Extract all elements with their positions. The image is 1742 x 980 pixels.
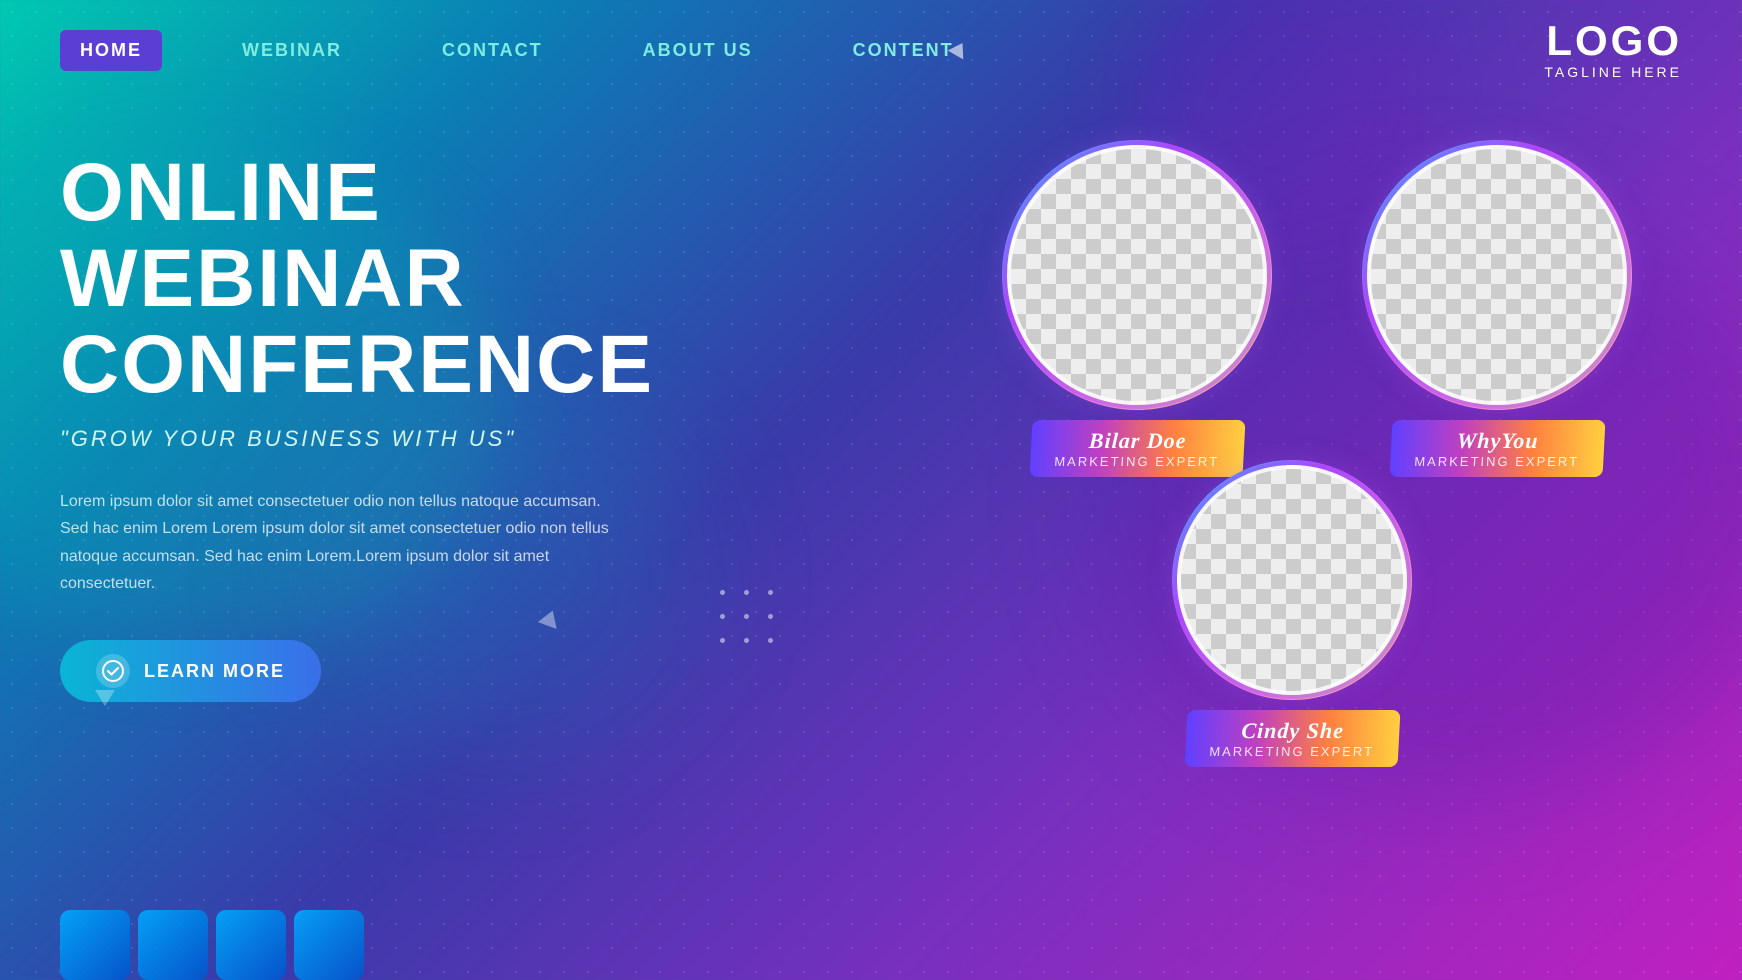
speaker-name-1: Bilar Doe [1054, 428, 1220, 454]
logo-area: LOGO TAGLINE HERE [1544, 20, 1682, 80]
logo-tagline: TAGLINE HERE [1544, 64, 1682, 80]
blue-square-3 [216, 910, 286, 980]
nav-items: HOME WEBINAR CONTACT ABOUT US CONTENT [60, 30, 1544, 71]
speaker-ring-1 [1002, 140, 1272, 410]
nav-item-contact[interactable]: CONTACT [422, 30, 563, 71]
main-nav: HOME WEBINAR CONTACT ABOUT US CONTENT LO… [0, 0, 1742, 100]
nav-item-content[interactable]: CONTENT [833, 30, 974, 71]
blue-square-1 [60, 910, 130, 980]
learn-more-label: LEARN MORE [144, 661, 285, 682]
speaker-card-2: WhyYou Marketing Expert [1362, 140, 1632, 477]
triangle-decoration-2 [95, 690, 115, 706]
nav-item-webinar[interactable]: WEBINAR [222, 30, 362, 71]
speaker-name-3: Cindy She [1209, 718, 1375, 744]
speaker-photo-2 [1367, 145, 1627, 405]
speaker-name-2: WhyYou [1414, 428, 1580, 454]
nav-item-about[interactable]: ABOUT US [623, 30, 773, 71]
logo-title: LOGO [1546, 20, 1682, 62]
speaker-ring-3 [1172, 460, 1412, 700]
speaker-badge-3: Cindy She Marketing Expert [1184, 710, 1400, 767]
speaker-role-3: Marketing Expert [1209, 744, 1374, 759]
blue-squares-decoration [60, 910, 364, 980]
speaker-role-2: Marketing Expert [1414, 454, 1579, 469]
speakers-area: Bilar Doe Marketing Expert WhyYou Market… [922, 140, 1682, 900]
speaker-photo-3 [1177, 465, 1407, 695]
speaker-card-1: Bilar Doe Marketing Expert [1002, 140, 1272, 477]
speaker-badge-2: WhyYou Marketing Expert [1389, 420, 1605, 477]
speaker-card-3: Cindy She Marketing Expert [1172, 460, 1412, 767]
blue-square-2 [138, 910, 208, 980]
speaker-photo-1 [1007, 145, 1267, 405]
learn-more-icon [96, 654, 130, 688]
speaker-ring-2 [1362, 140, 1632, 410]
hero-subtitle: "GROW YOUR BUSINESS WITH US" [60, 426, 710, 452]
nav-item-home[interactable]: HOME [60, 30, 162, 71]
hero-section: ONLINE WEBINARCONFERENCE "GROW YOUR BUSI… [60, 150, 710, 597]
hero-title: ONLINE WEBINARCONFERENCE [60, 150, 710, 408]
dots-pattern [720, 590, 780, 650]
blue-square-4 [294, 910, 364, 980]
hero-description: Lorem ipsum dolor sit amet consectetuer … [60, 488, 620, 597]
